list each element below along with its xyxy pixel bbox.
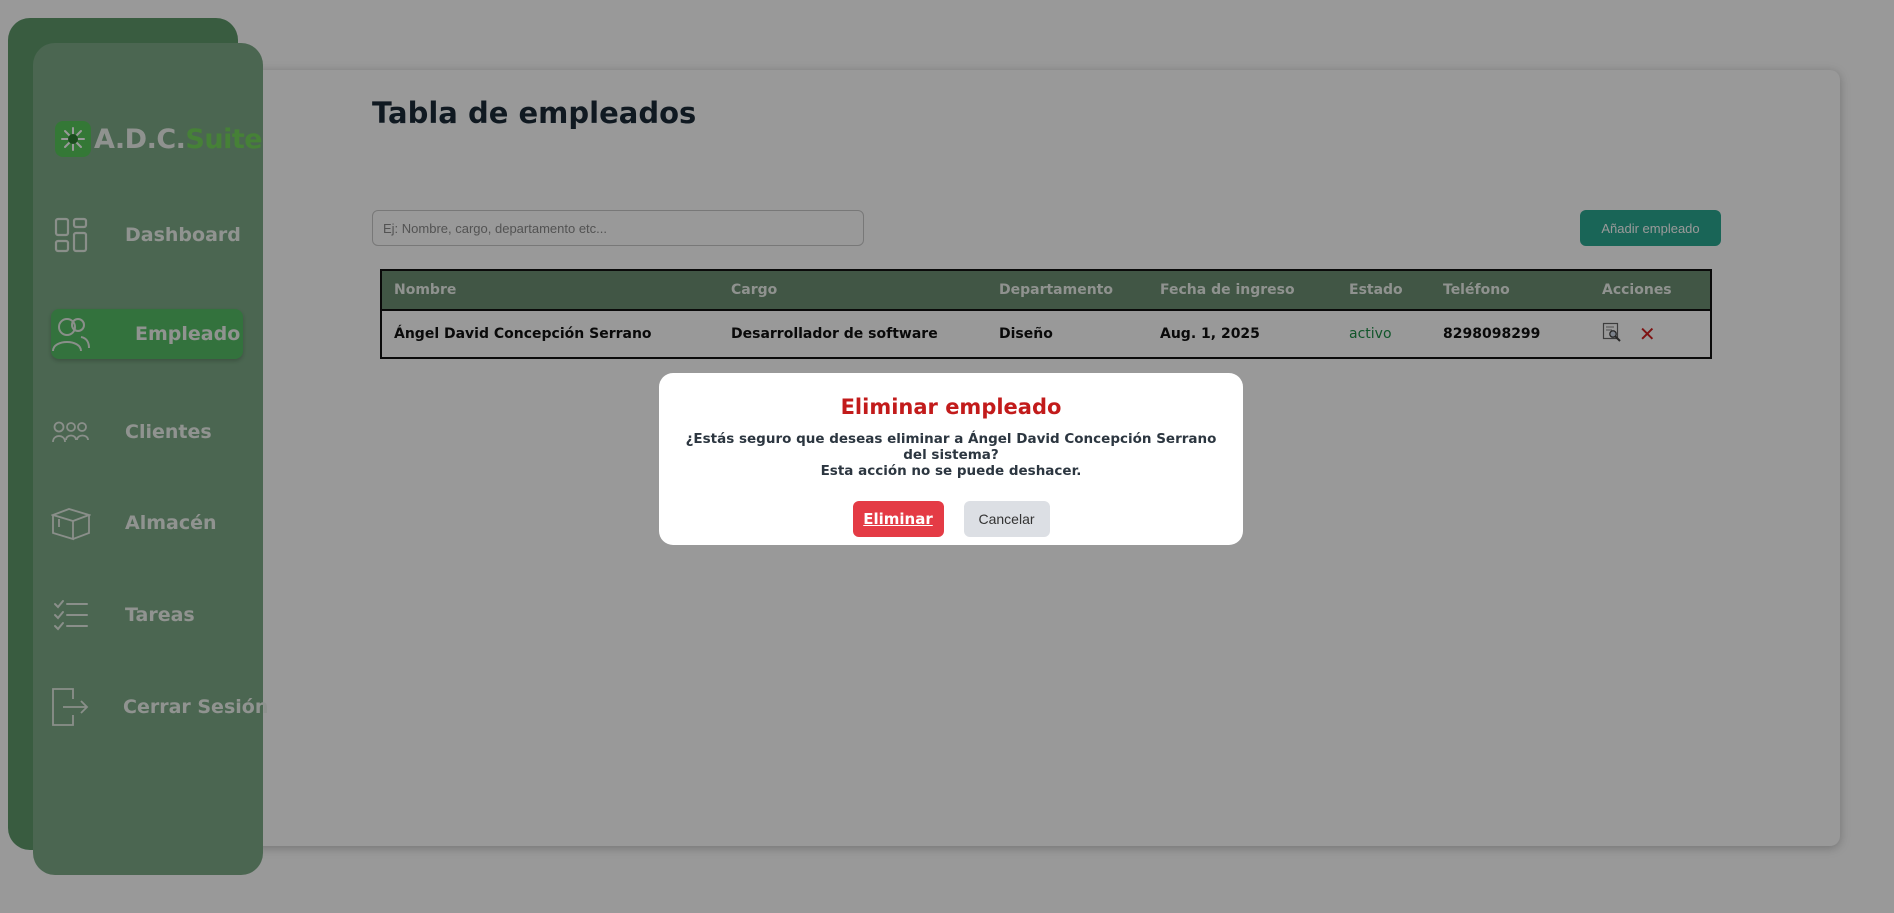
delete-confirm-dialog: Eliminar empleado ¿Estás seguro que dese… — [659, 373, 1243, 545]
cancel-button[interactable]: Cancelar — [963, 501, 1050, 537]
dialog-actions: Eliminar Cancelar — [659, 501, 1243, 537]
confirm-delete-button[interactable]: Eliminar — [852, 501, 944, 537]
dialog-title: Eliminar empleado — [840, 395, 1062, 419]
dialog-message-line-2: Esta acción no se puede deshacer. — [820, 463, 1082, 479]
dialog-message-line-1: ¿Estás seguro que deseas eliminar a Ánge… — [685, 431, 1217, 463]
dialog-message: ¿Estás seguro que deseas eliminar a Ánge… — [679, 431, 1223, 479]
